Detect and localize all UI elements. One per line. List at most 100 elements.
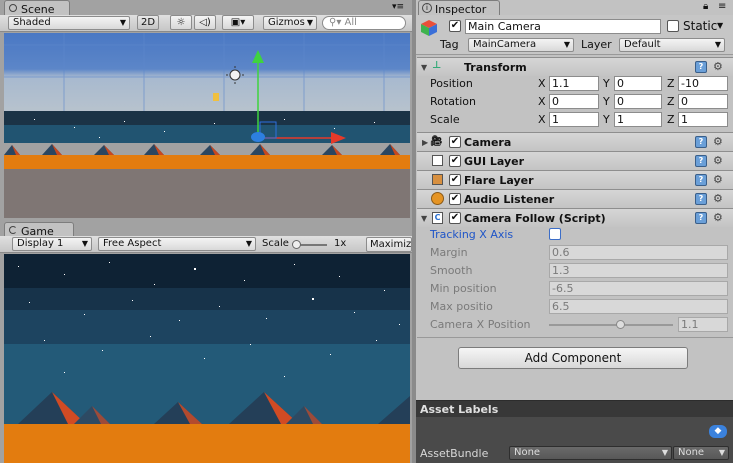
tab-scene[interactable]: Scene — [4, 0, 70, 16]
flare-layer-header[interactable]: ✔ Flare Layer ? ⚙ — [417, 170, 733, 189]
gear-icon[interactable]: ⚙ — [713, 192, 723, 205]
scale-slider-thumb[interactable] — [292, 240, 301, 249]
gear-icon[interactable]: ⚙ — [713, 173, 723, 186]
tag-dropdown[interactable]: MainCamera ▼ — [468, 38, 574, 52]
display-dropdown[interactable]: Display 1 ▼ — [12, 237, 92, 251]
help-icon[interactable]: ? — [695, 155, 707, 167]
layer-dropdown[interactable]: Default ▼ — [619, 38, 725, 52]
camera-x-position-label: Camera X Position — [430, 318, 531, 331]
scene-viewport[interactable] — [4, 33, 410, 218]
info-icon: i — [422, 3, 432, 13]
assetbundle-variant-value: None — [678, 447, 705, 458]
object-name-field[interactable]: Main Camera — [465, 19, 661, 34]
rotation-z-field[interactable]: 0 — [678, 94, 728, 109]
camera-gizmo-icon — [251, 132, 265, 142]
flare-layer-icon — [432, 174, 443, 185]
position-label: Position — [430, 77, 473, 90]
tab-game[interactable]: Game — [4, 222, 74, 238]
mode-2d-button[interactable]: 2D — [137, 15, 159, 30]
checkmark-icon: ✔ — [450, 193, 460, 204]
position-y-field[interactable]: 0 — [614, 76, 662, 91]
tag-value: MainCamera — [473, 39, 537, 50]
active-checkbox[interactable]: ✔ — [449, 20, 461, 32]
gear-icon[interactable]: ⚙ — [713, 135, 723, 148]
camera-x-position-slider-thumb[interactable] — [616, 320, 625, 329]
min-position-field[interactable]: -6.5 — [549, 281, 728, 296]
help-icon[interactable]: ? — [695, 61, 707, 73]
position-x-field[interactable]: 1.1 — [549, 76, 599, 91]
gear-icon[interactable]: ⚙ — [713, 211, 723, 224]
camera-follow-title: Camera Follow (Script) — [464, 212, 606, 225]
inspector-menu-icon[interactable]: ≡ — [718, 1, 726, 12]
maximize-button[interactable]: Maximiz — [366, 237, 412, 252]
object-header: ✔ Main Camera Static ▼ Tag MainCamera ▼ L… — [416, 15, 733, 55]
help-icon[interactable]: ? — [695, 193, 707, 205]
scale-z-field[interactable]: 1 — [678, 112, 728, 127]
search-icon: ⚲▾ — [329, 17, 342, 28]
scene-search[interactable]: ⚲▾ All — [322, 16, 406, 30]
static-label: Static — [683, 19, 718, 33]
audio-listener-enabled-checkbox[interactable]: ✔ — [449, 193, 461, 205]
tab-inspector[interactable]: i Inspector — [418, 0, 500, 16]
assetbundle-value: None — [514, 447, 541, 458]
camera-x-position-field[interactable]: 1.1 — [678, 317, 728, 332]
rotation-x-field[interactable]: 0 — [549, 94, 599, 109]
transform-icon: ⊥ — [432, 60, 442, 71]
camera-follow-header[interactable]: ▼ C ✔ Camera Follow (Script) ? ⚙ — [417, 208, 733, 227]
margin-label: Margin — [430, 246, 468, 259]
camera-follow-enabled-checkbox[interactable]: ✔ — [449, 212, 461, 224]
checkmark-icon: ✔ — [450, 155, 460, 166]
min-position-label: Min position — [430, 282, 497, 295]
speaker-icon: ◁) — [199, 17, 211, 28]
gear-icon[interactable]: ⚙ — [713, 60, 723, 73]
assetbundle-variant-dropdown[interactable]: None ▼ — [673, 446, 729, 460]
camera-component-header[interactable]: ▶ 🎥︎ ✔ Camera ? ⚙ — [417, 132, 733, 151]
chevron-down-icon: ▼ — [245, 239, 252, 248]
margin-field[interactable]: 0.6 — [549, 245, 728, 260]
smooth-field[interactable]: 1.3 — [549, 263, 728, 278]
audio-listener-header[interactable]: ✔ Audio Listener ? ⚙ — [417, 189, 733, 208]
chevron-down-icon: ▼ — [718, 448, 725, 457]
gear-icon[interactable]: ⚙ — [713, 154, 723, 167]
flare-layer-enabled-checkbox[interactable]: ✔ — [449, 174, 461, 186]
max-position-field[interactable]: 6.5 — [549, 299, 728, 314]
scale-y-field[interactable]: 1 — [614, 112, 662, 127]
static-dropdown-icon[interactable]: ▼ — [717, 21, 723, 30]
gameobject-cube-icon — [420, 19, 438, 37]
add-component-button[interactable]: Add Component — [458, 347, 688, 369]
scale-slider[interactable] — [292, 240, 327, 249]
image-icon: ▣▾ — [230, 17, 246, 28]
inspector-lock-icon[interactable]: 🔒︎ — [703, 1, 708, 12]
position-z-field[interactable]: -10 — [678, 76, 728, 91]
scene-panel-menu-icon[interactable]: ▾≡ — [392, 2, 404, 12]
audio-button[interactable]: ◁) — [194, 15, 216, 30]
camera-enabled-checkbox[interactable]: ✔ — [449, 136, 461, 148]
scene-toolbar: Shaded ▼ 2D ☼ ◁) ▣▾ Gizmos ▼ ⚲▾ All — [0, 15, 412, 32]
aspect-dropdown[interactable]: Free Aspect ▼ — [98, 237, 256, 251]
tracking-x-axis-checkbox[interactable] — [549, 228, 561, 240]
lighting-button[interactable]: ☼ — [170, 15, 192, 30]
gizmos-dropdown[interactable]: Gizmos ▼ — [263, 16, 317, 30]
effects-button[interactable]: ▣▾ — [222, 15, 254, 30]
gui-layer-header[interactable]: ✔ GUI Layer ? ⚙ — [417, 151, 733, 170]
chevron-down-icon: ▼ — [563, 40, 570, 49]
gui-layer-icon — [432, 155, 443, 166]
checkmark-icon: ✔ — [450, 136, 460, 147]
rotation-y-field[interactable]: 0 — [614, 94, 662, 109]
shading-dropdown[interactable]: Shaded ▼ — [8, 16, 130, 30]
static-checkbox[interactable] — [667, 20, 679, 32]
scale-x-field[interactable]: 1 — [549, 112, 599, 127]
axis-x-label: X — [538, 77, 546, 90]
help-icon[interactable]: ? — [695, 136, 707, 148]
transform-header[interactable]: ▼ ⊥ Transform ? ⚙ — [417, 57, 733, 76]
help-icon[interactable]: ? — [695, 174, 707, 186]
tag-label-icon[interactable]: ◆ — [709, 425, 727, 438]
chevron-down-icon: ▼ — [306, 18, 313, 27]
help-icon[interactable]: ? — [695, 212, 707, 224]
game-toolbar: Display 1 ▼ Free Aspect ▼ Scale 1x Maximiz — [0, 236, 412, 253]
foldout-closed-icon: ▶ — [422, 138, 429, 147]
gui-layer-enabled-checkbox[interactable]: ✔ — [449, 155, 461, 167]
assetbundle-dropdown[interactable]: None ▼ — [509, 446, 672, 460]
tracking-x-axis-label: Tracking X Axis — [430, 228, 514, 241]
camera-x-position-slider[interactable] — [549, 320, 673, 329]
